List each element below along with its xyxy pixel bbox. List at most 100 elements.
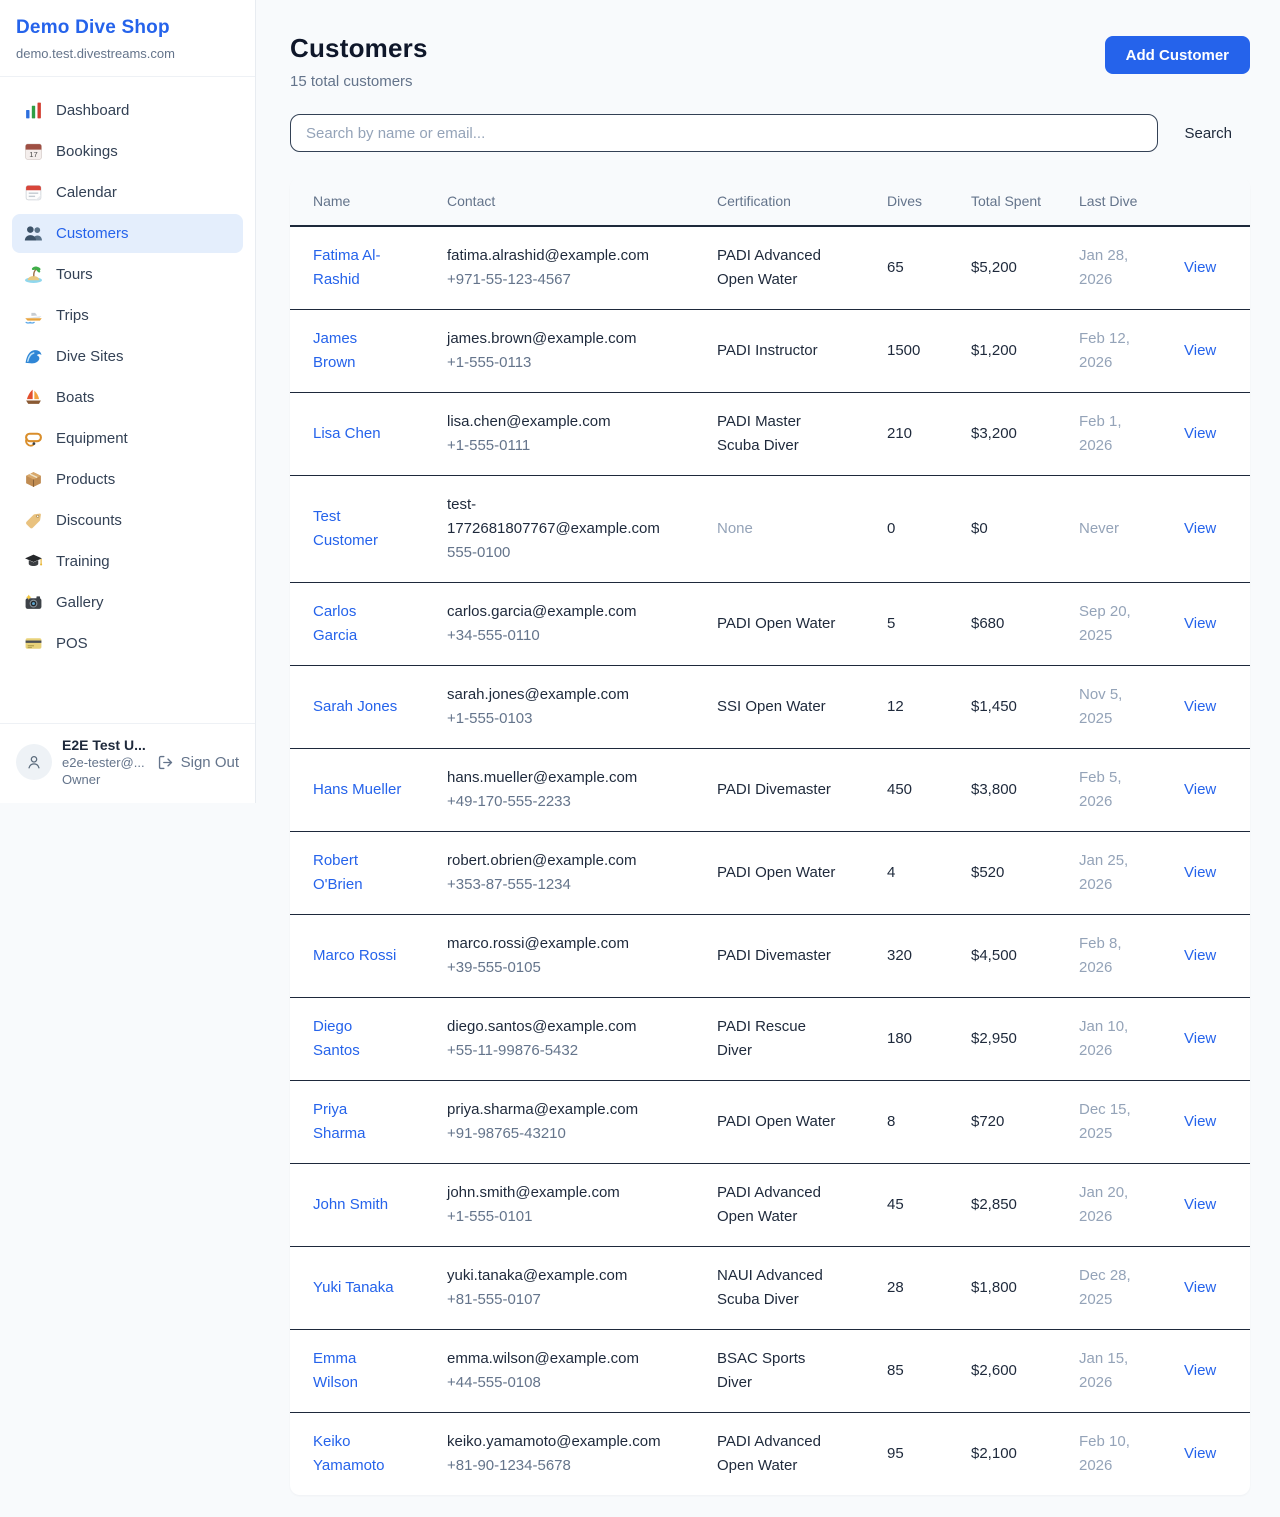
sidebar-item-discounts[interactable]: Discounts (12, 501, 243, 540)
view-link[interactable]: View (1184, 520, 1216, 537)
column-header-last-dive: Last Dive (1067, 178, 1172, 226)
table-row: Sarah Jonessarah.jones@example.com+1-555… (290, 666, 1250, 749)
customer-email: hans.mueller@example.com (447, 766, 657, 790)
customer-total-spent: $720 (959, 1081, 1067, 1164)
shop-domain: demo.test.divestreams.com (16, 46, 239, 61)
user-section: E2E Test U... e2e-tester@... Owner Sign … (0, 723, 255, 803)
sidebar-item-label: Equipment (56, 430, 128, 447)
sidebar-item-label: Products (56, 471, 115, 488)
sign-out-icon (157, 754, 174, 771)
customer-name-link[interactable]: Diego Santos (313, 1018, 360, 1059)
search-input[interactable] (290, 114, 1158, 152)
sidebar-item-trips[interactable]: Trips (12, 296, 243, 335)
sidebar-item-calendar[interactable]: Calendar (12, 173, 243, 212)
customer-total-spent: $1,450 (959, 666, 1067, 749)
customer-name-link[interactable]: Lisa Chen (313, 425, 381, 442)
view-link[interactable]: View (1184, 1196, 1216, 1213)
table-row: Hans Muellerhans.mueller@example.com+49-… (290, 749, 1250, 832)
customer-dives: 45 (875, 1164, 959, 1247)
table-row: Marco Rossimarco.rossi@example.com+39-55… (290, 915, 1250, 998)
customer-last-dive: Feb 10, 2026 (1067, 1413, 1172, 1496)
view-link[interactable]: View (1184, 698, 1216, 715)
view-link[interactable]: View (1184, 425, 1216, 442)
customer-last-dive: Sep 20, 2025 (1067, 583, 1172, 666)
customer-total-spent: $1,800 (959, 1247, 1067, 1330)
customer-last-dive: Feb 12, 2026 (1067, 310, 1172, 393)
view-link[interactable]: View (1184, 864, 1216, 881)
graduation-cap-icon (24, 552, 43, 571)
customer-name-link[interactable]: Hans Mueller (313, 781, 401, 798)
customer-certification: SSI Open Water (705, 666, 875, 749)
customer-certification: NAUI Advanced Scuba Diver (705, 1247, 875, 1330)
customer-total-spent: $2,100 (959, 1413, 1067, 1496)
view-link[interactable]: View (1184, 781, 1216, 798)
customer-last-dive: Jan 28, 2026 (1067, 226, 1172, 310)
customer-name-link[interactable]: Keiko Yamamoto (313, 1433, 384, 1474)
view-link[interactable]: View (1184, 259, 1216, 276)
sidebar-item-label: Customers (56, 225, 129, 242)
add-customer-button[interactable]: Add Customer (1105, 36, 1250, 74)
sidebar-item-label: Tours (56, 266, 93, 283)
table-row: John Smithjohn.smith@example.com+1-555-0… (290, 1164, 1250, 1247)
customer-name-link[interactable]: Marco Rossi (313, 947, 396, 964)
sidebar-item-training[interactable]: Training (12, 542, 243, 581)
customer-dives: 180 (875, 998, 959, 1081)
bar-chart-icon (24, 101, 43, 120)
customer-name-link[interactable]: James Brown (313, 330, 357, 371)
customer-total-spent: $3,800 (959, 749, 1067, 832)
sidebar-item-label: Trips (56, 307, 89, 324)
view-link[interactable]: View (1184, 1445, 1216, 1462)
customer-last-dive: Jan 20, 2026 (1067, 1164, 1172, 1247)
table-row: Emma Wilsonemma.wilson@example.com+44-55… (290, 1330, 1250, 1413)
customer-phone: +1-555-0113 (447, 351, 657, 375)
view-link[interactable]: View (1184, 615, 1216, 632)
sidebar-item-label: Dashboard (56, 102, 129, 119)
sidebar-item-customers[interactable]: Customers (12, 214, 243, 253)
customer-phone: +353-87-555-1234 (447, 873, 657, 897)
customer-table-body: Fatima Al-Rashidfatima.alrashid@example.… (290, 226, 1250, 1495)
sidebar-item-bookings[interactable]: 17 Bookings (12, 132, 243, 171)
user-role: Owner (62, 772, 147, 787)
customer-phone: 555-0100 (447, 541, 657, 565)
user-name: E2E Test U... (62, 737, 147, 753)
view-link[interactable]: View (1184, 1362, 1216, 1379)
view-link[interactable]: View (1184, 1030, 1216, 1047)
customer-name-link[interactable]: Fatima Al-Rashid (313, 247, 381, 288)
customer-last-dive: Dec 28, 2025 (1067, 1247, 1172, 1330)
customers-table-card: Name Contact Certification Dives Total S… (290, 178, 1250, 1495)
sign-out-button[interactable]: Sign Out (157, 754, 241, 771)
view-link[interactable]: View (1184, 1113, 1216, 1130)
search-button[interactable]: Search (1158, 125, 1250, 142)
customer-certification: PADI Advanced Open Water (705, 1413, 875, 1496)
view-link[interactable]: View (1184, 342, 1216, 359)
customer-name-link[interactable]: Emma Wilson (313, 1350, 358, 1391)
customer-name-link[interactable]: Carlos Garcia (313, 603, 357, 644)
customer-name-link[interactable]: Robert O'Brien (313, 852, 363, 893)
customer-name-link[interactable]: Priya Sharma (313, 1101, 366, 1142)
island-icon (24, 265, 43, 284)
main-content: Customers 15 total customers Add Custome… (256, 0, 1280, 1517)
sidebar-item-dive-sites[interactable]: Dive Sites (12, 337, 243, 376)
sidebar-item-products[interactable]: Products (12, 460, 243, 499)
customer-name-link[interactable]: Test Customer (313, 508, 378, 549)
view-link[interactable]: View (1184, 947, 1216, 964)
sidebar-item-equipment[interactable]: Equipment (12, 419, 243, 458)
customer-certification: PADI Advanced Open Water (705, 1164, 875, 1247)
sidebar-item-tours[interactable]: Tours (12, 255, 243, 294)
customer-name-link[interactable]: Yuki Tanaka (313, 1279, 394, 1296)
sidebar-item-dashboard[interactable]: Dashboard (12, 91, 243, 130)
customer-name-link[interactable]: John Smith (313, 1196, 388, 1213)
sidebar-item-label: Training (56, 553, 110, 570)
view-link[interactable]: View (1184, 1279, 1216, 1296)
avatar (16, 744, 52, 780)
customer-email: diego.santos@example.com (447, 1015, 657, 1039)
customer-name-link[interactable]: Sarah Jones (313, 698, 397, 715)
sidebar-item-boats[interactable]: Boats (12, 378, 243, 417)
customer-dives: 0 (875, 476, 959, 583)
table-row: Fatima Al-Rashidfatima.alrashid@example.… (290, 226, 1250, 310)
sidebar-item-pos[interactable]: POS (12, 624, 243, 663)
sidebar-item-gallery[interactable]: Gallery (12, 583, 243, 622)
customer-last-dive: Nov 5, 2025 (1067, 666, 1172, 749)
customer-dives: 1500 (875, 310, 959, 393)
sailboat-icon (24, 388, 43, 407)
